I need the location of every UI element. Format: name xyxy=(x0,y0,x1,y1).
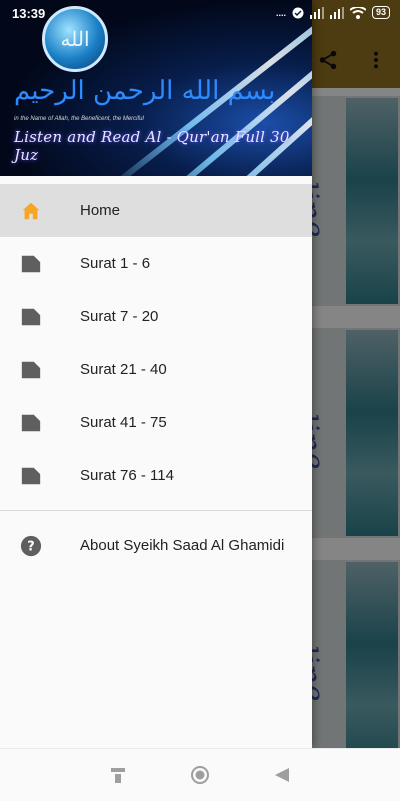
check-circle-icon xyxy=(292,7,304,18)
file-icon xyxy=(21,255,41,273)
recents-icon xyxy=(111,768,125,783)
menu-item-surat-1-6[interactable]: Surat 1 - 6 xyxy=(0,237,312,290)
menu-item-label: Home xyxy=(80,202,121,219)
home-circle-icon xyxy=(191,766,209,784)
emblem-text: الله xyxy=(60,27,90,51)
menu-item-surat-7-20[interactable]: Surat 7 - 20 xyxy=(0,290,312,343)
menu-divider xyxy=(0,510,312,511)
menu-item-surat-21-40[interactable]: Surat 21 - 40 xyxy=(0,343,312,396)
menu-item-label: Surat 76 - 114 xyxy=(80,467,174,484)
file-icon xyxy=(21,308,41,326)
drawer-menu: Home Surat 1 - 6 Surat 7 - 20 Surat 21 -… xyxy=(0,184,312,572)
menu-item-about[interactable]: ? About Syeikh Saad Al Ghamidi xyxy=(0,519,312,572)
navigation-drawer: الله بسم الله الرحمن الرحيم in the Name … xyxy=(0,0,312,748)
back-button[interactable] xyxy=(272,765,292,785)
menu-item-label: Surat 41 - 75 xyxy=(80,414,167,431)
battery-indicator: 93 xyxy=(371,6,390,19)
wifi-icon xyxy=(349,6,366,19)
signal-icon xyxy=(309,6,324,19)
header-subtitle: in the Name of Allah, the Beneficent, th… xyxy=(14,116,144,122)
bismillah-calligraphy: بسم الله الرحمن الرحيم xyxy=(14,76,276,106)
back-triangle-icon xyxy=(275,768,289,782)
system-navigation-bar xyxy=(0,748,400,801)
signal-icon xyxy=(329,6,344,19)
file-icon xyxy=(21,361,41,379)
file-icon xyxy=(21,414,41,432)
home-icon xyxy=(22,202,40,220)
recent-apps-button[interactable] xyxy=(108,765,128,785)
menu-item-label: Surat 7 - 20 xyxy=(80,308,159,325)
status-time: 13:39 xyxy=(12,6,46,21)
svg-text:?: ? xyxy=(27,540,34,555)
menu-item-surat-41-75[interactable]: Surat 41 - 75 xyxy=(0,396,312,449)
menu-item-label: Surat 1 - 6 xyxy=(80,255,151,272)
status-bar: 13:39 .... 93 xyxy=(0,0,400,28)
home-nav-button[interactable] xyxy=(190,765,210,785)
drawer-title: Listen and Read Al - Qur'an Full 30 Juz xyxy=(14,128,290,164)
menu-item-home[interactable]: Home xyxy=(0,184,312,237)
status-dots: .... xyxy=(275,7,286,18)
menu-item-label: Surat 21 - 40 xyxy=(80,361,167,378)
status-icons: .... 93 xyxy=(276,6,390,19)
help-icon: ? xyxy=(20,535,42,557)
file-icon xyxy=(21,467,41,485)
menu-item-label: About Syeikh Saad Al Ghamidi xyxy=(80,537,285,554)
menu-item-surat-76-114[interactable]: Surat 76 - 114 xyxy=(0,449,312,502)
